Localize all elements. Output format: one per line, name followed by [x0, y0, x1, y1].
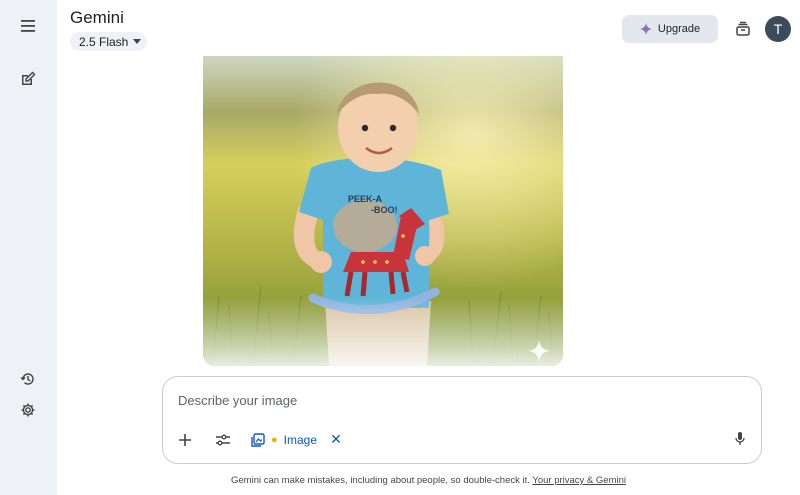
generated-image[interactable]: PEEK-A -BOO!: [203, 56, 563, 366]
model-label: 2.5 Flash: [79, 34, 129, 49]
add-icon[interactable]: [175, 430, 195, 450]
sidebar: [0, 0, 57, 495]
settings-icon[interactable]: [17, 399, 39, 421]
tools-icon[interactable]: [213, 430, 233, 450]
disclaimer-text: Gemini can make mistakes, including abou…: [231, 475, 530, 486]
privacy-link[interactable]: Your privacy & Gemini: [532, 475, 626, 486]
main-area: Gemini 2.5 Flash Upgrade T Describe your…: [57, 0, 800, 495]
menu-icon[interactable]: [17, 15, 39, 37]
avatar[interactable]: T: [765, 16, 791, 42]
image-tool-chip[interactable]: ● Image: [251, 429, 317, 451]
image-chip-label: Image: [283, 433, 318, 447]
history-icon[interactable]: [17, 368, 39, 390]
remove-chip-icon[interactable]: ✕: [329, 431, 343, 447]
banana-icon: ●: [271, 434, 278, 446]
disclaimer: Gemini can make mistakes, including abou…: [57, 475, 800, 486]
prompt-composer: ● Image ✕: [162, 376, 762, 464]
library-icon[interactable]: [732, 18, 754, 40]
model-selector[interactable]: 2.5 Flash: [70, 32, 148, 51]
new-chat-icon[interactable]: [17, 68, 39, 90]
prompt-input[interactable]: [178, 390, 718, 410]
caret-down-icon: [133, 39, 142, 44]
image-gallery-icon: [251, 433, 265, 447]
upgrade-button[interactable]: Upgrade: [622, 15, 718, 43]
microphone-icon[interactable]: [730, 429, 750, 449]
app-title: Gemini: [70, 8, 124, 27]
upgrade-label: Upgrade: [657, 23, 701, 35]
sparkle-icon: [639, 23, 652, 35]
